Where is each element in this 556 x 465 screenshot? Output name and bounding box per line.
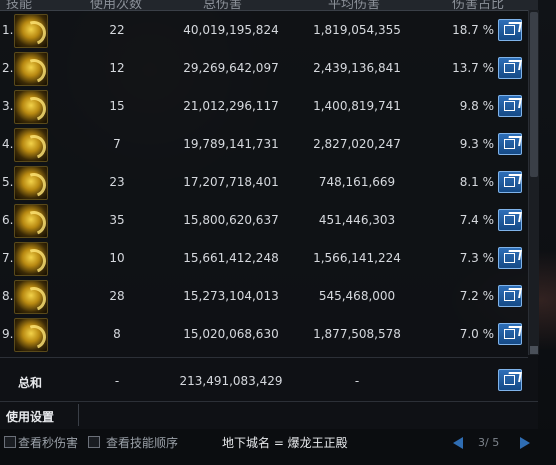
total-damage-sum: 213,491,083,429 xyxy=(179,374,283,388)
total-damage: 19,789,141,731 xyxy=(183,137,279,151)
total-damage: 15,661,412,248 xyxy=(183,251,279,265)
damage-percent: 18.7 % xyxy=(452,23,494,37)
export-button[interactable] xyxy=(498,133,522,155)
use-count: 28 xyxy=(109,289,125,303)
use-count: 35 xyxy=(109,213,125,227)
table-row: 8. 28 15,273,104,013 545,468,000 7.2 % xyxy=(0,276,528,316)
average-damage: 2,827,020,247 xyxy=(313,137,401,151)
skill-icon xyxy=(14,90,48,124)
skill-icon xyxy=(14,166,48,200)
export-button[interactable] xyxy=(498,171,522,193)
total-average: - xyxy=(354,374,360,388)
next-page-icon[interactable] xyxy=(520,437,530,449)
total-damage: 15,800,620,637 xyxy=(183,213,279,227)
divider xyxy=(78,404,79,426)
row-index: 2. xyxy=(2,61,14,75)
row-index: 6. xyxy=(2,213,14,227)
export-button[interactable] xyxy=(498,95,522,117)
skill-icon xyxy=(14,204,48,238)
export-button[interactable] xyxy=(498,57,522,79)
table-row: 6. 35 15,800,620,637 451,446,303 7.4 % xyxy=(0,200,528,240)
row-index: 4. xyxy=(2,137,14,151)
table-row: 1. 22 40,019,195,824 1,819,054,355 18.7 … xyxy=(0,10,528,50)
skill-icon xyxy=(14,52,48,86)
use-count: 22 xyxy=(109,23,125,37)
average-damage: 1,400,819,741 xyxy=(313,99,401,113)
skill-order-checkbox[interactable] xyxy=(88,436,100,448)
total-damage: 17,207,718,401 xyxy=(183,175,279,189)
divider xyxy=(0,357,528,358)
dungeon-name: 地下城名 = 爆龙王正殿 xyxy=(222,436,348,450)
row-index: 9. xyxy=(2,327,14,341)
damage-percent: 7.3 % xyxy=(459,251,494,265)
row-index: 1. xyxy=(2,23,14,37)
table-row: 9. 8 15,020,068,630 1,877,508,578 7.0 % xyxy=(0,314,528,354)
total-damage: 15,020,068,630 xyxy=(183,327,279,341)
table-row: 7. 10 15,661,412,248 1,566,141,224 7.3 % xyxy=(0,238,528,278)
scroll-down-icon[interactable] xyxy=(530,346,538,354)
export-button[interactable] xyxy=(498,209,522,231)
damage-percent: 7.2 % xyxy=(459,289,494,303)
sec-damage-checkbox[interactable] xyxy=(4,436,16,448)
use-count: 8 xyxy=(113,327,121,341)
export-button[interactable] xyxy=(498,19,522,41)
total-damage: 29,269,642,097 xyxy=(183,61,279,75)
damage-percent: 8.1 % xyxy=(459,175,494,189)
damage-percent: 13.7 % xyxy=(452,61,494,75)
use-count: 23 xyxy=(109,175,125,189)
row-index: 7. xyxy=(2,251,14,265)
scrollbar-thumb[interactable] xyxy=(530,12,538,177)
total-damage: 21,012,296,117 xyxy=(183,99,279,113)
total-label: 总和 xyxy=(18,376,43,390)
settings-label: 使用设置 xyxy=(6,410,55,424)
export-total-button[interactable] xyxy=(498,369,522,391)
use-count: 12 xyxy=(109,61,125,75)
use-count: 15 xyxy=(109,99,125,113)
table-row: 5. 23 17,207,718,401 748,161,669 8.1 % xyxy=(0,162,528,202)
export-button[interactable] xyxy=(498,247,522,269)
row-index: 3. xyxy=(2,99,14,113)
average-damage: 1,819,054,355 xyxy=(313,23,401,37)
table-scrollbar[interactable] xyxy=(528,10,539,355)
average-damage: 748,161,669 xyxy=(318,175,396,189)
table-row: 4. 7 19,789,141,731 2,827,020,247 9.3 % xyxy=(0,124,528,164)
damage-percent: 9.3 % xyxy=(459,137,494,151)
row-index: 8. xyxy=(2,289,14,303)
skill-icon xyxy=(14,242,48,276)
prev-page-icon[interactable] xyxy=(453,437,463,449)
skill-icon xyxy=(14,318,48,352)
total-damage: 40,019,195,824 xyxy=(183,23,279,37)
use-count: 7 xyxy=(113,137,121,151)
average-damage: 545,468,000 xyxy=(318,289,396,303)
damage-percent: 7.4 % xyxy=(459,213,494,227)
export-button[interactable] xyxy=(498,285,522,307)
export-button[interactable] xyxy=(498,323,522,345)
use-count: 10 xyxy=(109,251,125,265)
total-count: - xyxy=(114,374,120,388)
total-damage: 15,273,104,013 xyxy=(183,289,279,303)
average-damage: 1,566,141,224 xyxy=(313,251,401,265)
table-row: 2. 12 29,269,642,097 2,439,136,841 13.7 … xyxy=(0,48,528,88)
average-damage: 2,439,136,841 xyxy=(313,61,401,75)
skill-icon xyxy=(14,280,48,314)
skill-icon xyxy=(14,128,48,162)
page-indicator: 3/ 5 xyxy=(478,436,500,449)
damage-stats-panel: 技能 使用次数 总伤害 平均伤害 伤害占比 1. 22 40,019,195,8… xyxy=(0,0,539,429)
damage-percent: 9.8 % xyxy=(459,99,494,113)
settings-bar: 使用设置 xyxy=(0,401,538,429)
average-damage: 1,877,508,578 xyxy=(313,327,401,341)
table-row: 3. 15 21,012,296,117 1,400,819,741 9.8 % xyxy=(0,86,528,126)
average-damage: 451,446,303 xyxy=(318,213,396,227)
damage-percent: 7.0 % xyxy=(459,327,494,341)
skill-icon xyxy=(14,14,48,48)
sec-damage-label[interactable]: 查看秒伤害 xyxy=(18,434,78,451)
row-index: 5. xyxy=(2,175,14,189)
skill-order-label[interactable]: 查看技能顺序 xyxy=(106,434,178,451)
